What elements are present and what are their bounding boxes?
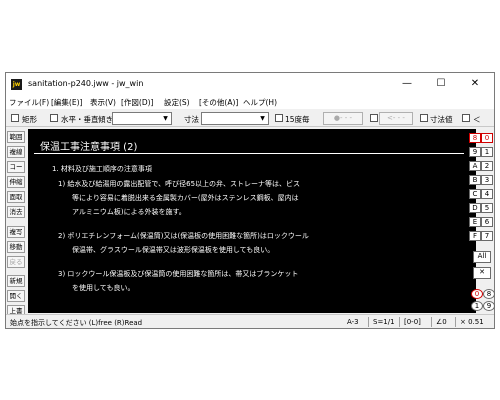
application-window: jw sanitation-p240.jww - jw_win — ☐ ✕ ファ… bbox=[5, 72, 495, 329]
lt-label: ＜ bbox=[473, 115, 481, 124]
note-line: 3) ロックウール保温板及び保温筒の使用困難な箇所は、帯又はブランケット bbox=[58, 270, 299, 278]
menu-edit[interactable]: [編集(E)] bbox=[51, 97, 82, 108]
drawing-canvas[interactable]: 保温工事注意事項 (2) 1. 材料及び施工順序の注意事項 1) 給水及び給湯用… bbox=[28, 129, 476, 313]
menu-file[interactable]: ファイル(F) bbox=[9, 97, 49, 108]
status-divider bbox=[368, 317, 369, 327]
angle-combo[interactable]: ▼ bbox=[112, 112, 172, 125]
note-line: 保温帯、グラスウール保温帯又は波形保温板を使用しても良い。 bbox=[72, 246, 275, 254]
tool-corner[interactable]: コーナー bbox=[7, 161, 25, 173]
title-bar: jw sanitation-p240.jww - jw_win — ☐ ✕ bbox=[6, 73, 494, 95]
layer-button-2[interactable]: 2 bbox=[481, 161, 493, 171]
layer-button-0[interactable]: 0 bbox=[481, 133, 493, 143]
tool-new[interactable]: 新規 bbox=[7, 275, 25, 287]
menu-bar: ファイル(F) [編集(E)] 表示(V) [作図(D)] 設定(S) [その他… bbox=[6, 95, 494, 109]
layer-button-4[interactable]: 4 bbox=[481, 189, 493, 199]
angle-label: 傾き bbox=[98, 115, 113, 124]
note-line: 1. 材料及び施工順序の注意事項 bbox=[52, 165, 152, 173]
status-divider bbox=[455, 317, 456, 327]
deg15-label: 15度毎 bbox=[285, 115, 310, 124]
minimize-button[interactable]: — bbox=[390, 73, 424, 95]
layer-button-d[interactable]: D bbox=[469, 203, 481, 213]
menu-help[interactable]: ヘルプ(H) bbox=[243, 97, 277, 108]
tool-undo[interactable]: 戻る bbox=[7, 256, 25, 268]
tool-chamfer[interactable]: 面取 bbox=[7, 191, 25, 203]
layer-button-1[interactable]: 1 bbox=[481, 147, 493, 157]
layer-panel: 0 8 1 9 2 A 3 B 4 C 5 D 6 E 7 F All ✕ 0 … bbox=[469, 129, 495, 313]
hv-checkbox[interactable] bbox=[50, 114, 58, 122]
tool-range[interactable]: 範囲 bbox=[7, 131, 25, 143]
note-line: 等により容易に着脱出来る金属製カバー(屋外はステンレス鋼板、屋内は bbox=[72, 194, 299, 202]
tool-offset[interactable]: 複線 bbox=[7, 146, 25, 158]
layer-button-3[interactable]: 3 bbox=[481, 175, 493, 185]
status-message: 始点を指示してください (L)free (R)Read bbox=[10, 319, 143, 327]
tool-open[interactable]: 開く bbox=[7, 290, 25, 302]
note-line: アルミニウム板)による外装を施す。 bbox=[72, 208, 186, 216]
chevron-down-icon: ▼ bbox=[260, 115, 265, 122]
layer-button-a[interactable]: A bbox=[469, 161, 481, 171]
menu-settings[interactable]: 設定(S) bbox=[164, 97, 190, 108]
group-button-8[interactable]: 8 bbox=[483, 289, 495, 299]
layer-button-b[interactable]: B bbox=[469, 175, 481, 185]
menu-draw[interactable]: [作図(D)] bbox=[121, 97, 153, 108]
maximize-button[interactable]: ☐ bbox=[424, 73, 458, 95]
tool-copy[interactable]: 複写 bbox=[7, 226, 25, 238]
left-tool-panel: 範囲 複線 コーナー 伸縮 面取 消去 複写 移動 戻る 新規 開く 上書 bbox=[6, 129, 26, 317]
hv-label: 水平・垂直 bbox=[61, 115, 99, 124]
drawing-heading: 保温工事注意事項 (2) bbox=[40, 142, 138, 153]
status-divider bbox=[431, 317, 432, 327]
dim-value-checkbox[interactable] bbox=[420, 114, 428, 122]
deg15-checkbox[interactable] bbox=[275, 114, 283, 122]
group-button-1[interactable]: 1 bbox=[471, 301, 483, 311]
layer-button-6[interactable]: 6 bbox=[481, 217, 493, 227]
window-title: sanitation-p240.jww - jw_win bbox=[28, 79, 144, 88]
zoom-indicator[interactable]: × 0.51 bbox=[460, 318, 484, 326]
all-layers-button[interactable]: All bbox=[473, 251, 491, 263]
menu-other[interactable]: [その他(A)] bbox=[199, 97, 238, 108]
rect-label: 矩形 bbox=[22, 115, 37, 124]
arrow-checkbox[interactable] bbox=[370, 114, 378, 122]
dim-value-label: 寸法値 bbox=[430, 115, 453, 124]
circle-mode-button[interactable]: ●- - - bbox=[323, 112, 363, 125]
jw-app-icon: jw bbox=[11, 79, 22, 90]
status-bar: 始点を指示してください (L)free (R)Read A-3 S=1/1 [0… bbox=[6, 314, 494, 328]
note-line: 2) ポリエチレンフォーム(保温筒)又は(保温板の使用困難な箇所)はロックウール bbox=[58, 232, 309, 240]
heading-underline bbox=[34, 153, 464, 154]
group-button-9[interactable]: 9 bbox=[483, 301, 495, 311]
arrow-button[interactable]: <- - - bbox=[379, 112, 413, 125]
note-line: を使用しても良い。 bbox=[72, 284, 135, 292]
layer-indicator[interactable]: [0-0] bbox=[404, 318, 421, 326]
layer-button-9[interactable]: 9 bbox=[469, 147, 481, 157]
size-label: 寸法 bbox=[184, 115, 199, 124]
close-button[interactable]: ✕ bbox=[458, 73, 492, 95]
lt-checkbox[interactable] bbox=[462, 114, 470, 122]
rect-checkbox[interactable] bbox=[11, 114, 19, 122]
layer-button-8[interactable]: 8 bbox=[469, 133, 481, 143]
layer-button-f[interactable]: F bbox=[469, 231, 481, 241]
tool-erase[interactable]: 消去 bbox=[7, 206, 25, 218]
paper-size[interactable]: A-3 bbox=[347, 318, 359, 326]
group-button-0[interactable]: 0 bbox=[471, 289, 483, 299]
angle-indicator[interactable]: ∠0 bbox=[436, 318, 447, 326]
tool-stretch[interactable]: 伸縮 bbox=[7, 176, 25, 188]
menu-view[interactable]: 表示(V) bbox=[90, 97, 116, 108]
tool-move[interactable]: 移動 bbox=[7, 241, 25, 253]
tool-options-bar: 矩形 水平・垂直 傾き ▼ 寸法 ▼ 15度毎 ●- - - <- - - 寸法… bbox=[6, 110, 494, 127]
note-line: 1) 給水及び給湯用の露出配管で、呼び径65以上の弁、ストレーナ等は、ビス bbox=[58, 180, 301, 188]
chevron-down-icon: ▼ bbox=[163, 115, 168, 122]
scale-indicator[interactable]: S=1/1 bbox=[373, 318, 395, 326]
x-icon[interactable]: ✕ bbox=[473, 267, 491, 279]
size-combo[interactable]: ▼ bbox=[201, 112, 269, 125]
status-divider bbox=[399, 317, 400, 327]
layer-button-7[interactable]: 7 bbox=[481, 231, 493, 241]
layer-button-5[interactable]: 5 bbox=[481, 203, 493, 213]
layer-button-e[interactable]: E bbox=[469, 217, 481, 227]
layer-button-c[interactable]: C bbox=[469, 189, 481, 199]
